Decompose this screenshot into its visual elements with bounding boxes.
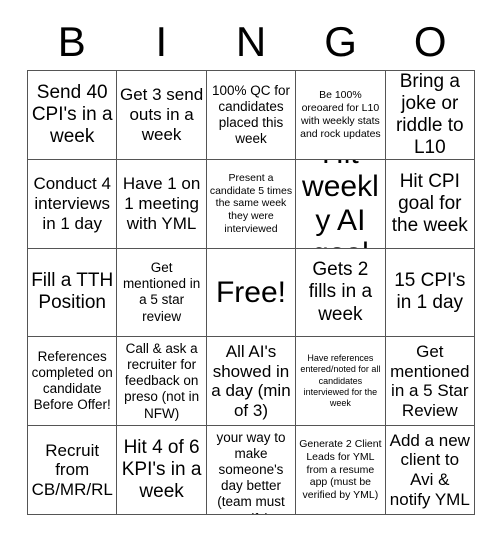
bingo-cell[interactable]: Bring a joke or riddle to L10 [385,71,475,160]
bingo-cell[interactable]: Get 3 send outs in a week [117,71,207,160]
bingo-header-letter-n: N [235,18,267,65]
bingo-grid: Send 40 CPI's in a week Get 3 send outs i… [27,70,475,515]
bingo-cell-label: Hit weekly AI goal [302,160,379,248]
bingo-cell[interactable]: All AI's showed in a day (min of 3) [206,337,297,427]
bingo-cell[interactable]: Have 1 on 1 meeting with YML [117,159,207,249]
bingo-cell[interactable]: Be 100% oreoared for L10 with weekly sta… [296,71,386,160]
bingo-header-letter-g: G [324,18,357,65]
bingo-cell-label: Get mentioned in a 5 star review [122,260,205,324]
bingo-cell[interactable]: Call & ask a recruiter for feedback on p… [117,337,207,427]
bingo-cell[interactable]: 15 CPI's in 1 day [385,248,475,338]
bingo-cell-label: Get mentioned in a 5 Star Review [390,341,475,420]
bingo-cell-label: Fill a TTH Position [31,270,114,314]
bingo-header-letter-i: I [155,18,168,65]
bingo-header-letter-o: O [413,18,447,65]
bingo-cell-label: Have references entered/noted for all ca… [300,353,383,409]
bingo-cell-label: Conduct 4 interviews in 1 day [33,174,116,233]
bingo-cell-label: Present a candidate 5 times the same wee… [209,171,296,235]
bingo-card: B I N G O Send 40 CPI's in a week Get 3 send … [0,0,500,544]
bingo-cell-label: Generate 2 Client Leads for YML from a r… [299,438,385,502]
bingo-cell-label: Have 1 on 1 meeting with YML [122,174,206,233]
bingo-cell-label: Go out of your way to make someone's day… [216,426,286,514]
bingo-cell[interactable]: Hit weekly AI goal [296,159,386,249]
bingo-cell-label: Recruit from CB/MR/RL [31,440,113,499]
bingo-cell-label: References completed on candidate Before… [31,348,117,413]
bingo-cell-label: 15 CPI's in 1 day [394,270,471,314]
bingo-cell[interactable]: Conduct 4 interviews in 1 day [28,159,118,249]
bingo-cell[interactable]: Present a candidate 5 times the same wee… [206,159,297,249]
bingo-cell[interactable]: Add a new client to Avi & notify YML [385,426,475,515]
bingo-cell[interactable]: Have references entered/noted for all ca… [296,337,386,427]
bingo-cell[interactable]: Hit 4 of 6 KPI's in a week [117,426,207,515]
bingo-cell-label: 100% QC for candidates placed this week [211,82,294,147]
bingo-cell[interactable]: Go out of your way to make someone's day… [206,426,297,515]
bingo-cell-label: All AI's showed in a day (min of 3) [211,341,296,420]
bingo-cell-label: Hit 4 of 6 KPI's in a week [121,437,207,503]
bingo-cell[interactable]: Hit CPI goal for the week [385,159,475,249]
bingo-header-letter-b: B [57,18,86,65]
bingo-cell[interactable]: Generate 2 Client Leads for YML from a r… [296,426,386,515]
bingo-cell-label: Free! [215,275,286,309]
bingo-cell[interactable]: Recruit from CB/MR/RL [28,426,118,515]
bingo-cell[interactable]: Gets 2 fills in a week [296,248,386,338]
bingo-cell-label: Call & ask a recruiter for feedback on p… [124,340,203,421]
bingo-cell[interactable]: 100% QC for candidates placed this week [206,71,297,160]
bingo-cell[interactable]: Get mentioned in a 5 Star Review [385,337,475,427]
bingo-cell[interactable]: References completed on candidate Before… [28,337,118,427]
bingo-cell[interactable]: Get mentioned in a 5 star review [117,248,207,338]
bingo-cell-label: Add a new client to Avi & notify YML [389,430,475,509]
bingo-cell-label: Gets 2 fills in a week [308,259,378,325]
bingo-cell-label: Send 40 CPI's in a week [31,81,118,147]
bingo-cell[interactable]: Fill a TTH Position [28,248,118,338]
bingo-cell[interactable]: Send 40 CPI's in a week [28,71,118,160]
bingo-cell-label: Bring a joke or riddle to L10 [395,71,469,158]
bingo-free-space[interactable]: Free! [206,248,297,338]
bingo-cell-label: Be 100% oreoared for L10 with weekly sta… [300,89,383,140]
bingo-cell-label: Get 3 send outs in a week [120,85,204,144]
bingo-header: BINGO [27,14,475,70]
bingo-cell-label: Hit CPI goal for the week [391,170,468,236]
